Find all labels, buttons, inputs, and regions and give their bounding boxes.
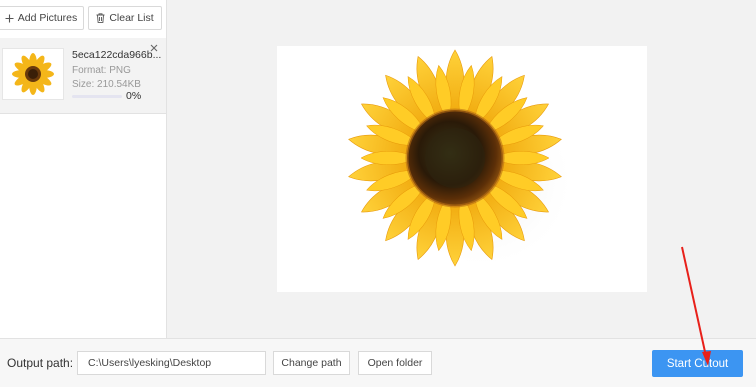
file-thumbnail [2,48,64,100]
file-size-value: 210.54KB [97,79,141,90]
sunflower-image [348,49,577,271]
file-size-label: Size: [72,79,95,90]
bottom-bar: Output path: C:\Users\lyesking\Desktop C… [0,338,756,387]
clear-list-button[interactable]: Clear List [88,6,162,30]
preview-area [168,0,756,338]
clear-list-label: Clear List [109,12,154,24]
progress-text: 0% [126,90,142,102]
trash-icon [96,13,105,23]
file-list-item[interactable]: 5eca122cda966b... Format: PNG Size: 210.… [0,38,166,114]
file-toolbar: Add Pictures Clear List [0,0,167,37]
image-preview [277,46,647,292]
app-window: Add Pictures Clear List 5eca122cda966b..… [0,0,756,387]
open-folder-button[interactable]: Open folder [358,351,432,375]
close-icon[interactable] [148,42,160,54]
plus-icon [5,14,14,23]
start-cutout-button[interactable]: Start Cutout [652,350,743,377]
progress-bar [72,95,122,98]
file-format-label: Format: [72,65,107,76]
change-path-button[interactable]: Change path [273,351,350,375]
sunflower-thumbnail-image [12,53,54,95]
file-format-value: PNG [109,65,131,76]
add-pictures-button[interactable]: Add Pictures [0,6,84,30]
file-list-panel: Add Pictures Clear List 5eca122cda966b..… [0,0,167,338]
output-path-label: Output path: [7,356,74,370]
file-size: Size: 210.54KB [72,79,141,90]
add-pictures-label: Add Pictures [17,12,78,24]
file-format: Format: PNG [72,65,131,76]
output-path-field[interactable]: C:\Users\lyesking\Desktop [77,351,266,375]
